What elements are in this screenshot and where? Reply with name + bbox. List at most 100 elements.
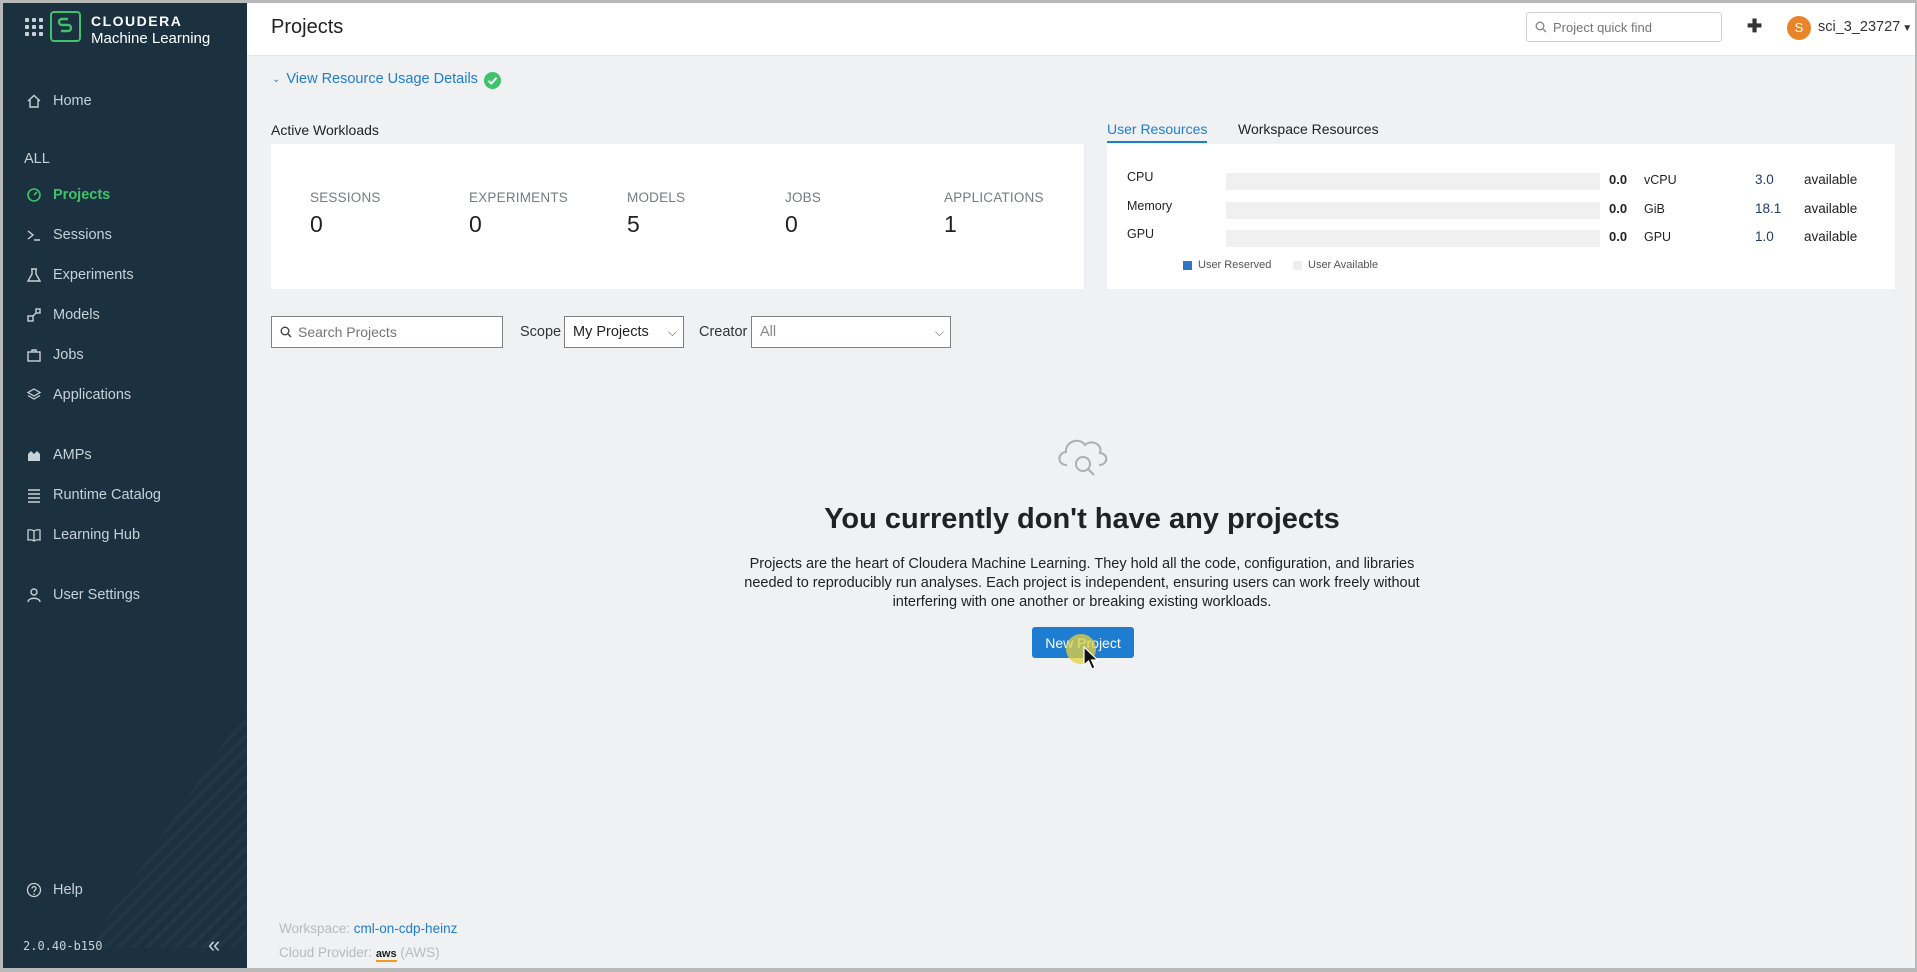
avatar[interactable]: S — [1787, 16, 1811, 40]
nav-item-amps[interactable]: AMPs — [3, 439, 247, 471]
view-resource-usage-link[interactable]: ⌄ View Resource Usage Details — [272, 71, 478, 87]
workspace-link[interactable]: cml-on-cdp-heinz — [354, 921, 458, 936]
nav-label: Jobs — [53, 347, 84, 363]
workspace-label: Workspace: — [279, 921, 351, 936]
version-label: 2.0.40-b150 — [23, 939, 103, 953]
nav-item-user-settings[interactable]: User Settings — [3, 579, 247, 611]
legend-swatch — [1183, 260, 1192, 270]
stat-value: 0 — [310, 211, 323, 237]
stat-experiments[interactable]: EXPERIMENTS 0 — [469, 190, 568, 238]
nav-item-models[interactable]: Models — [3, 299, 247, 331]
help-icon — [23, 882, 45, 898]
resource-unit: GiB — [1644, 202, 1665, 216]
stat-jobs[interactable]: JOBS 0 — [785, 190, 821, 238]
stat-label: APPLICATIONS — [944, 190, 1044, 205]
add-icon[interactable]: ✚ — [1747, 16, 1762, 37]
legend-swatch — [1293, 260, 1302, 270]
cloud-search-icon — [1053, 431, 1113, 483]
chevron-down-icon: ⌄ — [272, 73, 281, 85]
resource-bar — [1226, 230, 1600, 247]
nav-label: Runtime Catalog — [53, 487, 161, 503]
nav-label: Projects — [53, 187, 111, 203]
stat-models[interactable]: MODELS 5 — [627, 190, 685, 238]
resource-available: 3.0 — [1755, 172, 1774, 187]
search-icon — [280, 326, 292, 338]
search-projects-field[interactable] — [271, 316, 503, 348]
home-icon — [23, 93, 45, 109]
resource-row-gpu: GPU 0.0 GPU 1.0 available — [1127, 227, 1857, 247]
resource-available: 1.0 — [1755, 229, 1774, 244]
legend-label: User Available — [1308, 259, 1379, 271]
scope-value: My Projects — [573, 324, 649, 340]
empty-state-description: Projects are the heart of Cloudera Machi… — [744, 556, 1420, 610]
active-workloads-label: Active Workloads — [271, 122, 379, 138]
page-title: Projects — [271, 16, 344, 38]
nav-item-jobs[interactable]: Jobs — [3, 339, 247, 371]
resource-name: CPU — [1127, 170, 1154, 184]
search-icon — [1535, 21, 1547, 33]
nav-item-applications[interactable]: Applications — [3, 379, 247, 411]
resource-available-label: available — [1804, 201, 1858, 216]
product-logo-text[interactable]: CLOUDERA Machine Learning — [91, 13, 210, 47]
cloudera-logo-icon — [50, 11, 81, 42]
nav-item-runtime-catalog[interactable]: Runtime Catalog — [3, 479, 247, 511]
top-bar: Projects ✚ S sci_3_23727▼ — [247, 3, 1915, 56]
nav-item-home[interactable]: Home — [3, 85, 247, 117]
nav-section-label: ALL — [24, 151, 50, 167]
resource-available-label: available — [1804, 172, 1858, 187]
nav-label: AMPs — [53, 447, 92, 463]
chevron-down-icon: ⌵ — [934, 325, 944, 339]
app-grid-icon[interactable] — [25, 18, 43, 36]
briefcase-icon — [23, 347, 45, 363]
nav-item-experiments[interactable]: Experiments — [3, 259, 247, 291]
footer-workspace: Workspace: cml-on-cdp-heinz — [279, 921, 457, 936]
amps-icon — [23, 447, 45, 463]
aws-logo-icon: aws — [375, 948, 397, 962]
gauge-icon — [23, 187, 45, 203]
resource-used: 0.0 — [1609, 201, 1628, 216]
user-menu[interactable]: sci_3_23727 ▼ — [1818, 19, 1912, 35]
collapse-sidebar-icon[interactable]: « — [208, 934, 220, 956]
search-projects-input[interactable] — [296, 323, 490, 341]
scope-select[interactable]: My Projects ⌵ — [564, 316, 684, 348]
nav-label: Home — [53, 93, 92, 109]
chevron-down-icon: ⌵ — [667, 325, 677, 339]
legend-label: User Reserved — [1198, 259, 1272, 271]
sidebar-decoration — [87, 708, 247, 948]
sidebar: CLOUDERA Machine Learning Home ALL Proje… — [3, 3, 247, 968]
resource-name: Memory — [1127, 199, 1173, 213]
quick-find-input[interactable] — [1551, 18, 1715, 36]
resource-name: GPU — [1127, 227, 1155, 241]
flask-icon — [23, 267, 45, 283]
stat-value: 0 — [469, 211, 482, 237]
provider-label: Cloud Provider: — [279, 945, 373, 960]
nav-item-sessions[interactable]: Sessions — [3, 219, 247, 251]
provider-value: (AWS) — [400, 945, 440, 960]
resource-used: 0.0 — [1609, 172, 1628, 187]
tab-workspace-resources[interactable]: Workspace Resources — [1238, 121, 1379, 141]
caret-down-icon: ▼ — [1902, 23, 1913, 34]
tab-user-resources[interactable]: User Resources — [1107, 121, 1208, 143]
nav-item-projects[interactable]: Projects — [3, 179, 247, 211]
nav-label: User Settings — [53, 587, 141, 603]
terminal-icon — [23, 227, 45, 243]
new-project-button[interactable]: New Project — [1032, 627, 1134, 658]
legend-user-reserved: User Reserved — [1183, 259, 1271, 271]
stat-value: 5 — [627, 211, 640, 237]
nav-item-help[interactable]: Help — [3, 874, 247, 906]
resource-unit: vCPU — [1644, 173, 1677, 187]
creator-value: All — [760, 324, 777, 340]
user-icon — [23, 587, 45, 603]
quick-find-field[interactable] — [1526, 12, 1722, 42]
creator-select[interactable]: All ⌵ — [751, 316, 951, 348]
stat-sessions[interactable]: SESSIONS 0 — [310, 190, 381, 238]
stat-applications[interactable]: APPLICATIONS 1 — [944, 190, 1044, 238]
resource-available: 18.1 — [1755, 201, 1782, 216]
legend-user-available: User Available — [1293, 259, 1378, 271]
models-icon — [23, 307, 45, 323]
stat-label: SESSIONS — [310, 190, 381, 205]
nav-item-learning-hub[interactable]: Learning Hub — [3, 519, 247, 551]
nav-label: Models — [53, 307, 100, 323]
layers-icon — [23, 387, 45, 403]
footer-cloud-provider: Cloud Provider: aws (AWS) — [279, 945, 440, 962]
